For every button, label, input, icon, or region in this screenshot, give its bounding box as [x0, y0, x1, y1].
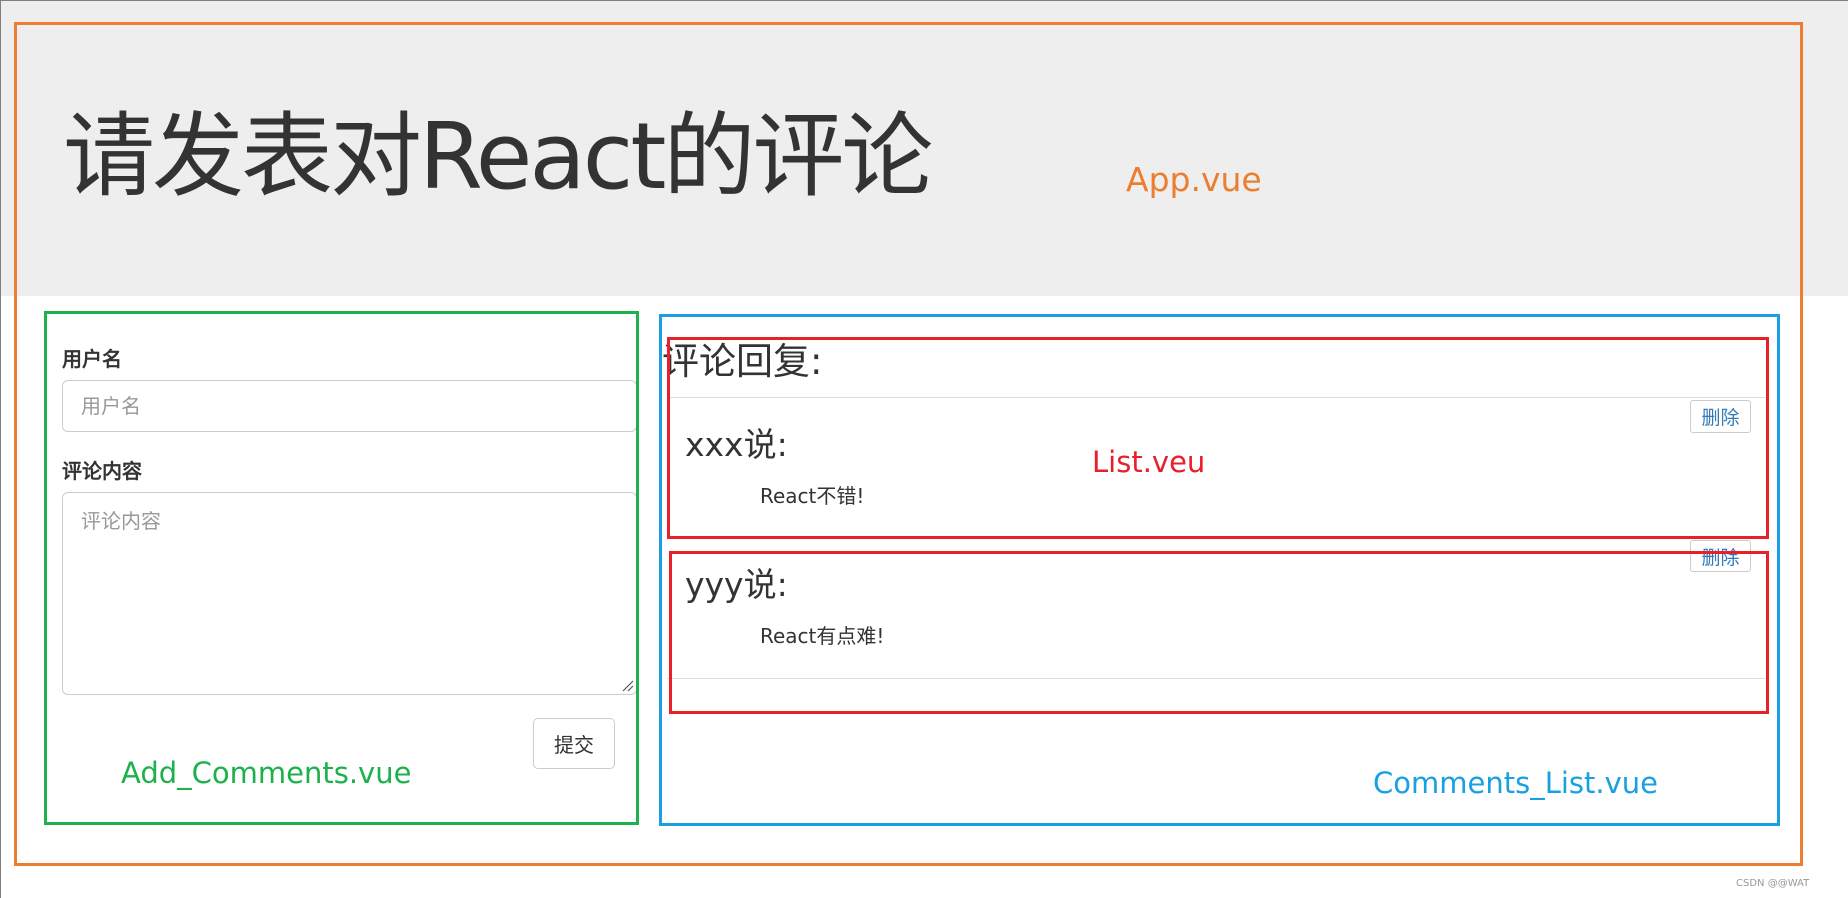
list-item-annotation-label: List.veu — [1092, 445, 1206, 479]
list-item-annotation-box — [667, 337, 1769, 539]
add-comments-annotation-label: Add_Comments.vue — [121, 756, 412, 790]
watermark: CSDN @@WAT — [1736, 878, 1810, 889]
list-item-annotation-box — [669, 551, 1769, 714]
comments-list-annotation-label: Comments_List.vue — [1373, 766, 1658, 800]
app-vue-annotation-label: App.vue — [1126, 160, 1262, 199]
add-comments-annotation-box — [44, 311, 639, 825]
